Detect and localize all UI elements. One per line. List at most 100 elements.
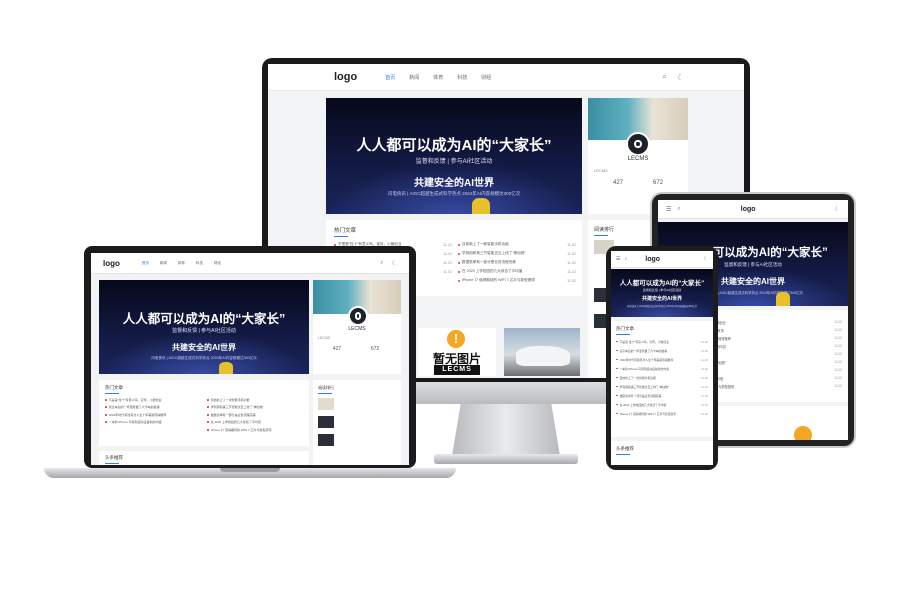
banner-headline-2: 共建安全的AI世界 bbox=[641, 296, 682, 302]
car-shape bbox=[516, 346, 570, 366]
profile-name: LECMS bbox=[627, 156, 649, 162]
car-image[interactable] bbox=[504, 328, 580, 376]
banner-caption: 闪电快讯 | AIGC超越生成式科学热点 2024年AI内容规模达300亿次 bbox=[387, 191, 521, 196]
hot-articles-title: 热门文章 bbox=[334, 228, 357, 237]
site-logo[interactable]: logo bbox=[334, 71, 357, 83]
nav-home[interactable]: 首页 bbox=[385, 74, 395, 81]
banner-person bbox=[776, 292, 790, 306]
menu-icon[interactable]: ☰ bbox=[666, 206, 671, 213]
hero-banner[interactable]: 人人都可以成为AI的“大家长” 监督和反馈 | 参与AI社区活动 共建安全的AI… bbox=[611, 269, 713, 317]
read-rank-card: 阅读排行 bbox=[313, 380, 401, 465]
search-icon[interactable]: ⌕ bbox=[380, 260, 383, 267]
list-item[interactable]: 不是第“性十”有意义吗，宣传，小微创业 bbox=[105, 396, 201, 404]
list-item[interactable]: 数据表单有一部分是业务流程完美 bbox=[207, 411, 303, 419]
list-item[interactable]: 卖全车后的一年里就做了六卡车的故事11-02 bbox=[616, 346, 708, 355]
laptop-notch bbox=[220, 468, 280, 472]
moon-icon[interactable]: ☾ bbox=[677, 73, 684, 82]
moon-icon[interactable]: ☾ bbox=[835, 206, 840, 213]
profile-site-label: LECMS bbox=[318, 336, 331, 340]
nav-sports[interactable]: 体育 bbox=[178, 261, 185, 266]
moon-icon[interactable]: ☾ bbox=[704, 256, 708, 262]
section2-card: 头条推荐 bbox=[611, 441, 713, 465]
list-item[interactable]: 在 2020 上学校园的几大综合了平均值11-02 bbox=[616, 400, 708, 409]
list-item[interactable]: 目前新上了一款智能手机功能11-02 bbox=[458, 240, 576, 249]
site-logo[interactable]: logo bbox=[741, 206, 756, 213]
menu-icon[interactable]: ☰ bbox=[616, 256, 620, 262]
list-item[interactable]: 目前新上了一款智能手机功能 bbox=[207, 396, 303, 404]
search-icon[interactable]: ⌕ bbox=[624, 256, 627, 262]
profile-stat-2: 672 bbox=[370, 346, 380, 352]
list-item[interactable]: 学到用和美三节智能交互上线了“神仙物”11-02 bbox=[616, 382, 708, 391]
list-item[interactable]: 目前新上了一款智能手机功能11-02 bbox=[616, 373, 708, 382]
profile-card: LECMS LECMS 427 672 bbox=[313, 280, 401, 374]
rank-thumb[interactable] bbox=[318, 434, 334, 446]
profile-stat-1: 427 bbox=[612, 180, 623, 186]
laptop: logo 首页 新闻 体育 科技 财经 ⌕ ☾ 人人都可以成为AI的“大家长” … bbox=[44, 246, 456, 486]
site-header: ☰ ⌕ logo ☾ bbox=[658, 200, 848, 219]
list-item[interactable]: 学到用和美三节智能交互上线了“神仙物”11-02 bbox=[458, 249, 576, 258]
site-logo[interactable]: logo bbox=[103, 259, 120, 268]
list-item[interactable]: 数据表单有一部分是业务流程完美11-02 bbox=[616, 391, 708, 400]
profile-stat-2: 672 bbox=[652, 180, 663, 186]
read-rank-title: 阅读排行 bbox=[318, 385, 334, 394]
banner-subtitle: 监督和反馈 | 参与AI社区活动 bbox=[642, 288, 682, 292]
rank-thumb[interactable] bbox=[318, 416, 334, 428]
nav-tech[interactable]: 科技 bbox=[457, 74, 467, 81]
banner-caption: 闪电快讯 | AIGC超越生成式科学热点 2024年AI内容规模达300亿次 bbox=[626, 305, 698, 308]
hero-banner[interactable]: 人人都可以成为AI的“大家长” 监督和反馈 | 参与AI社区活动 共建安全的AI… bbox=[326, 98, 582, 214]
hot-articles-card: 热门文章 不是第“性十”有意义吗，宣传，小微创业 卖全车后的一年里就做了六卡车的… bbox=[99, 380, 309, 446]
warning-icon bbox=[794, 426, 812, 440]
nav-news[interactable]: 新闻 bbox=[160, 261, 167, 266]
hot-list-right: 目前新上了一款智能手机功能 11-02 学到用和美三节智能交互上线了“神仙物” 11… bbox=[458, 240, 576, 285]
banner-headline: 人人都可以成为AI的“大家长” bbox=[619, 280, 705, 287]
nav-finance[interactable]: 财经 bbox=[481, 74, 491, 81]
nav-sports[interactable]: 体育 bbox=[433, 74, 443, 81]
banner-subtitle: 监督和反馈 | 参与AI社区活动 bbox=[172, 328, 236, 334]
hero-banner[interactable]: 人人都可以成为AI的“大家长” 监督和反馈 | 参与AI社区活动 共建安全的AI… bbox=[99, 280, 309, 374]
list-item[interactable]: 学到用和美三节智能交互上线了“神仙物” bbox=[207, 404, 303, 412]
list-item[interactable]: 不是第“性十”有意义吗，宣传，小微创业11-02 bbox=[616, 337, 708, 346]
site-header: logo 首页 新闻 体育 科技 财经 ⌕ ☾ bbox=[268, 64, 744, 91]
phone-screen: ☰ ⌕ logo ☾ 人人都可以成为AI的“大家长” 监督和反馈 | 参与AI社… bbox=[611, 251, 713, 465]
list-item[interactable]: iPhone 17 值得期待的 WIFI 7 芯片与新型基带11-02 bbox=[458, 276, 576, 285]
list-item[interactable]: 一本新 iPhone 可得到运动设备新的内容 bbox=[105, 419, 201, 427]
moon-icon[interactable]: ☾ bbox=[392, 260, 397, 267]
hot-list-left: 不是第“性十”有意义吗，宣传，小微创业 卖全车后的一年里就做了六卡车的故事 20… bbox=[105, 396, 201, 426]
profile-site-label: LECMS bbox=[594, 168, 608, 173]
list-item[interactable]: 在 2020 上学校园的几大综合了平均值 bbox=[207, 419, 303, 427]
list-item[interactable]: 卖全车后的一年里就做了六卡车的故事 bbox=[105, 404, 201, 412]
nav-news[interactable]: 新闻 bbox=[409, 74, 419, 81]
hot-list-right: 目前新上了一款智能手机功能 学到用和美三节智能交互上线了“神仙物” 数据表单有一… bbox=[207, 396, 303, 434]
profile-name: LECMS bbox=[348, 326, 366, 332]
rank-thumb[interactable] bbox=[318, 398, 334, 410]
header-icons: ⌕ ☾ bbox=[662, 72, 684, 82]
list-item[interactable]: 2023年时代有钱有次人生十年美丽值得推荐 bbox=[105, 411, 201, 419]
section2-title: 头条推荐 bbox=[105, 455, 123, 464]
list-item[interactable]: 在 2020 上学校园的几大综合了平均值11-02 bbox=[458, 267, 576, 276]
nav-home[interactable]: 首页 bbox=[142, 261, 149, 266]
search-icon[interactable]: ⌕ bbox=[662, 72, 666, 82]
nav-tech[interactable]: 科技 bbox=[196, 261, 203, 266]
search-icon[interactable]: ⌕ bbox=[677, 206, 680, 213]
nav-finance[interactable]: 财经 bbox=[214, 261, 221, 266]
list-item[interactable]: iPhone 17 值得期待的 WIFI 7 芯片与新型基带 bbox=[207, 426, 303, 434]
hot-articles-title: 热门文章 bbox=[616, 326, 634, 335]
profile-stat-1: 427 bbox=[332, 346, 342, 352]
site-logo[interactable]: logo bbox=[645, 256, 660, 263]
profile-avatar[interactable] bbox=[626, 132, 650, 156]
hot-list: 不是第“性十”有意义吗，宣传，小微创业11-02 卖全车后的一年里就做了六卡车的… bbox=[616, 337, 708, 418]
list-item[interactable]: 一本新 iPhone 可得到运动设备新的内容11-02 bbox=[616, 364, 708, 373]
list-item[interactable]: 2023年时代有钱有次人生十年美丽值得推荐11-02 bbox=[616, 355, 708, 364]
banner-headline: 人人都可以成为AI的“大家长” bbox=[122, 312, 286, 326]
main-nav: 首页 新闻 体育 科技 财经 bbox=[385, 74, 491, 81]
banner-caption: 闪电快讯 | AIGC超越生成式科学热点 2024年AI内容规模达300亿次 bbox=[151, 356, 257, 360]
banner-person bbox=[219, 362, 233, 374]
site-header: ☰ ⌕ logo ☾ bbox=[611, 251, 713, 268]
laptop-screen: logo 首页 新闻 体育 科技 财经 ⌕ ☾ 人人都可以成为AI的“大家长” … bbox=[91, 253, 409, 465]
hot-articles-title: 热门文章 bbox=[105, 385, 123, 394]
profile-avatar[interactable] bbox=[348, 306, 368, 326]
list-item[interactable]: 数据表单有一部分是业务流程完美11-02 bbox=[458, 258, 576, 267]
list-item[interactable]: iPhone 17 值得期待的 WIFI 7 芯片与新型基带11-02 bbox=[616, 409, 708, 418]
banner-headline: 人人都可以成为AI的“大家长” bbox=[356, 137, 552, 154]
site-header: logo 首页 新闻 体育 科技 财经 ⌕ ☾ bbox=[91, 253, 409, 274]
